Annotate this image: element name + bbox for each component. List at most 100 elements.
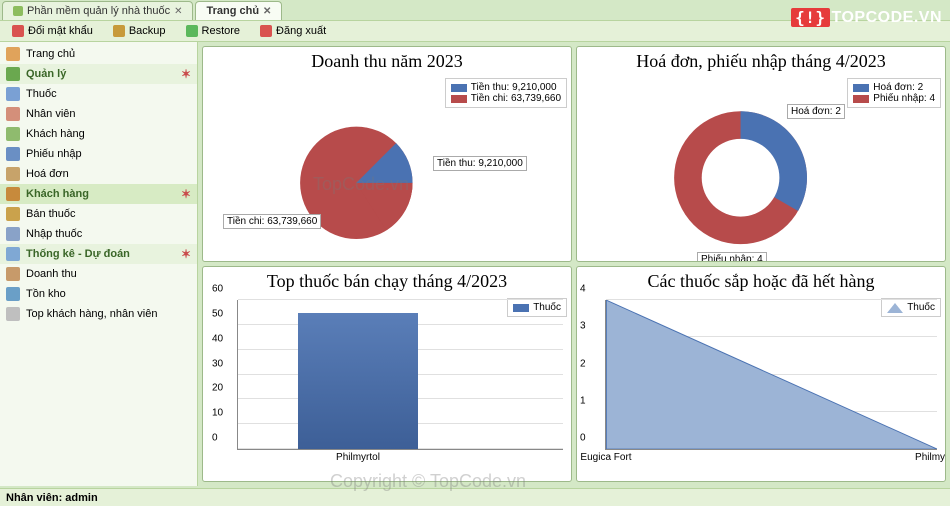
area-chart: 0 1 2 3 4 Eugica Fort Philmyrtol xyxy=(605,300,937,450)
sidebar-item-home[interactable]: Trang chủ xyxy=(0,44,197,64)
btn-label: Đổi mật khẩu xyxy=(28,25,93,37)
btn-label: Restore xyxy=(202,25,241,37)
logo-text: TOPCODE.VN xyxy=(832,9,943,27)
sidebar-group-customer[interactable]: Khách hàng ✶ xyxy=(0,184,197,204)
sidebar-item-nhapthuoc[interactable]: Nhập thuốc xyxy=(0,224,197,244)
close-icon[interactable]: ✕ xyxy=(263,6,271,17)
sidebar-item-label: Hoá đơn xyxy=(26,168,69,180)
pin-icon[interactable]: ✶ xyxy=(181,187,191,201)
sidebar-group-label: Khách hàng xyxy=(26,188,89,200)
sidebar-item-topkh[interactable]: Top khách hàng, nhân viên xyxy=(0,304,197,324)
sidebar-item-label: Doanh thu xyxy=(26,268,77,280)
folder-icon xyxy=(6,67,20,81)
sidebar-item-label: Thuốc xyxy=(26,88,57,100)
panel-topselling: Top thuốc bán chạy tháng 4/2023 Thuốc 0 … xyxy=(202,266,572,482)
sidebar-group-manage[interactable]: Quản lý ✶ xyxy=(0,64,197,84)
callout: Tiền thu: 9,210,000 xyxy=(433,156,527,171)
sidebar-item-tonkho[interactable]: Tồn kho xyxy=(0,284,197,304)
restore-button[interactable]: Restore xyxy=(180,23,247,39)
bar-chart: 0 10 20 30 40 50 60 Philmyrtol xyxy=(237,300,563,450)
customer-icon xyxy=(6,187,20,201)
logout-icon xyxy=(260,25,272,37)
chart-title: Hoá đơn, phiếu nhập tháng 4/2023 xyxy=(577,47,945,74)
chart-title: Doanh thu năm 2023 xyxy=(203,47,571,74)
sidebar-item-banthuoc[interactable]: Bán thuốc xyxy=(0,204,197,224)
sidebar-group-label: Thống kê - Dự đoán xyxy=(26,248,130,260)
status-label: Nhân viên: xyxy=(6,492,62,504)
key-icon xyxy=(12,25,24,37)
bar xyxy=(298,313,418,449)
pin-icon[interactable]: ✶ xyxy=(181,247,191,261)
sidebar-item-doanhthu[interactable]: Doanh thu xyxy=(0,264,197,284)
sidebar-item-label: Trang chủ xyxy=(26,48,75,60)
panel-lowstock: Các thuốc sắp hoặc đã hết hàng Thuốc 0 1… xyxy=(576,266,946,482)
sidebar-item-label: Top khách hàng, nhân viên xyxy=(26,308,158,320)
sidebar-item-hoadon[interactable]: Hoá đơn xyxy=(0,164,197,184)
sidebar-item-label: Bán thuốc xyxy=(26,208,76,220)
logo-bracket-icon: {!} xyxy=(791,8,829,27)
backup-icon xyxy=(113,25,125,37)
sell-icon xyxy=(6,207,20,221)
chart-title: Top thuốc bán chạy tháng 4/2023 xyxy=(203,267,571,294)
legend: Hoá đơn: 2 Phiếu nhập: 4 xyxy=(847,78,941,108)
chart-title: Các thuốc sắp hoặc đã hết hàng xyxy=(577,267,945,294)
chart-icon xyxy=(6,247,20,261)
sidebar-item-khachhang[interactable]: Khách hàng xyxy=(0,124,197,144)
swatch-icon xyxy=(853,84,869,92)
logout-button[interactable]: Đăng xuất xyxy=(254,23,332,39)
sidebar-item-label: Nhập thuốc xyxy=(26,228,82,240)
status-user: admin xyxy=(65,492,97,504)
sidebar: Trang chủ Quản lý ✶ Thuốc Nhân viên Khác… xyxy=(0,42,198,486)
legend-label: Hoá đơn: 2 xyxy=(873,82,923,93)
pill-icon xyxy=(6,87,20,101)
change-password-button[interactable]: Đổi mật khẩu xyxy=(6,23,99,39)
sidebar-item-nhanvien[interactable]: Nhân viên xyxy=(0,104,197,124)
sidebar-item-label: Khách hàng xyxy=(26,128,85,140)
callout: Tiền chi: 63,739,660 xyxy=(223,214,321,229)
swatch-icon xyxy=(451,95,467,103)
swatch-icon xyxy=(451,84,467,92)
tab-label: Trang chủ xyxy=(206,5,259,17)
callout: Phiếu nhập: 4 xyxy=(697,252,767,262)
backup-button[interactable]: Backup xyxy=(107,23,172,39)
money-icon xyxy=(6,267,20,281)
sidebar-item-label: Tồn kho xyxy=(26,288,66,300)
x-label: Eugica Fort xyxy=(580,452,631,463)
users-icon xyxy=(6,127,20,141)
receipt-icon xyxy=(6,147,20,161)
swatch-icon xyxy=(853,95,869,103)
panel-invoice: Hoá đơn, phiếu nhập tháng 4/2023 Hoá đơn… xyxy=(576,46,946,262)
tab-label: Phần mềm quản lý nhà thuốc xyxy=(27,5,170,17)
pin-icon[interactable]: ✶ xyxy=(181,67,191,81)
app-icon xyxy=(13,6,23,16)
import-icon xyxy=(6,227,20,241)
callout: Hoá đơn: 2 xyxy=(787,104,845,119)
sidebar-item-phieunhap[interactable]: Phiếu nhập xyxy=(0,144,197,164)
sidebar-group-stats[interactable]: Thống kê - Dự đoán ✶ xyxy=(0,244,197,264)
report-icon xyxy=(6,307,20,321)
home-icon xyxy=(6,47,20,61)
close-icon[interactable]: ✕ xyxy=(174,6,182,17)
sidebar-item-thuoc[interactable]: Thuốc xyxy=(0,84,197,104)
topcode-logo: {!} TOPCODE.VN xyxy=(791,8,942,27)
tab-home[interactable]: Trang chủ ✕ xyxy=(195,1,282,20)
btn-label: Backup xyxy=(129,25,166,37)
legend-label: Phiếu nhập: 4 xyxy=(873,93,935,104)
sidebar-item-label: Phiếu nhập xyxy=(26,148,82,160)
invoice-icon xyxy=(6,167,20,181)
restore-icon xyxy=(186,25,198,37)
bar-label: Philmyrtol xyxy=(336,452,380,463)
sidebar-group-label: Quản lý xyxy=(26,68,66,80)
tab-app[interactable]: Phần mềm quản lý nhà thuốc ✕ xyxy=(2,1,193,20)
status-bar: Nhân viên: admin xyxy=(0,488,950,506)
legend-label: Tiền chi: 63,739,660 xyxy=(471,93,561,104)
user-icon xyxy=(6,107,20,121)
dashboard-grid: Doanh thu năm 2023 Tiền thu: 9,210,000 T… xyxy=(198,42,950,486)
stock-icon xyxy=(6,287,20,301)
btn-label: Đăng xuất xyxy=(276,25,326,37)
legend: Tiền thu: 9,210,000 Tiền chi: 63,739,660 xyxy=(445,78,567,108)
legend-label: Tiền thu: 9,210,000 xyxy=(471,82,557,93)
x-label: Philmyrtol xyxy=(915,452,946,463)
sidebar-item-label: Nhân viên xyxy=(26,108,76,120)
panel-revenue: Doanh thu năm 2023 Tiền thu: 9,210,000 T… xyxy=(202,46,572,262)
